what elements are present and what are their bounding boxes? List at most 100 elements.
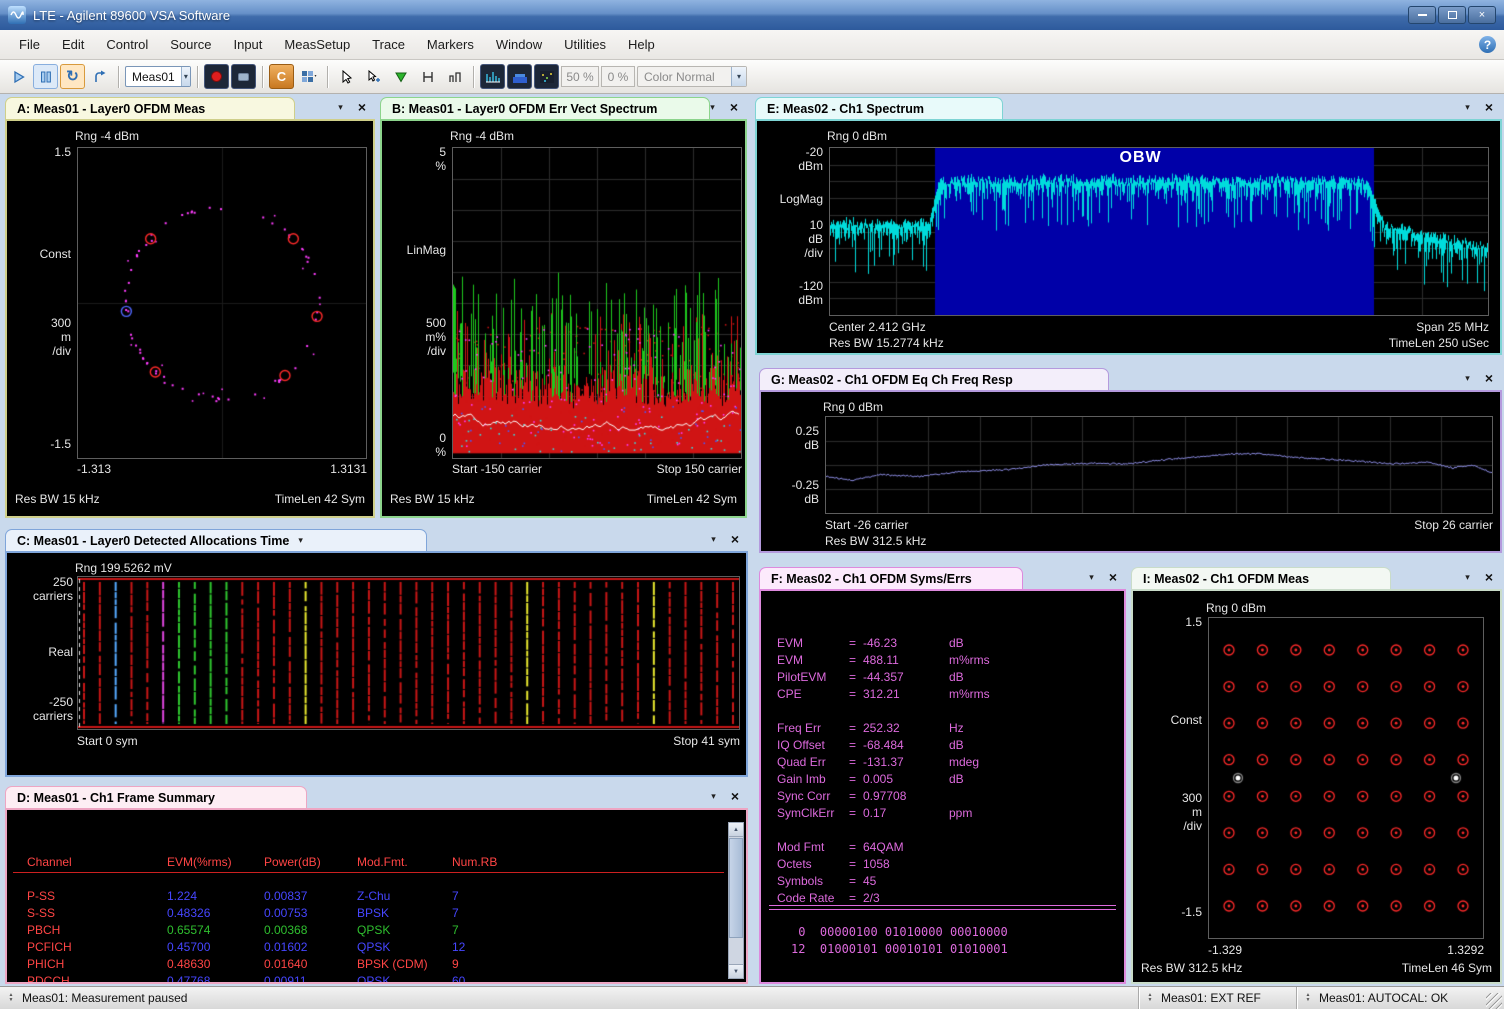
menu-meassetup[interactable]: MeasSetup	[273, 32, 361, 57]
allocations-dropdown-icon[interactable]: ▾	[298, 535, 303, 546]
color-select[interactable]: Color Normal ▾	[637, 66, 747, 87]
result-label: Freq Err	[777, 721, 821, 736]
meas-select[interactable]: Meas01 ▾	[125, 66, 191, 87]
scroll-up-icon[interactable]: ▲	[729, 823, 743, 837]
menu-help[interactable]: Help	[617, 32, 666, 57]
panel-i-tab[interactable]: I: Meas02 - Ch1 OFDM Meas	[1131, 567, 1391, 589]
close-button[interactable]: ×	[1468, 6, 1496, 24]
range-label: Rng 0 dBm	[823, 400, 883, 414]
y-overlap-field[interactable]	[601, 66, 635, 87]
equals-sign: =	[849, 840, 856, 855]
panel-f-menu-icon[interactable]: ▾	[1089, 573, 1094, 582]
panel-g-close-icon[interactable]: ×	[1485, 371, 1493, 385]
menu-file[interactable]: File	[8, 32, 51, 57]
menu-markers[interactable]: Markers	[416, 32, 485, 57]
constellation-plot-i[interactable]	[1208, 617, 1484, 939]
select-tool-button[interactable]	[334, 64, 359, 89]
panel-c-close-icon[interactable]: ×	[731, 532, 739, 546]
marker-move-button[interactable]	[361, 64, 386, 89]
result-unit: mdeg	[949, 755, 979, 770]
result-value: 312.21	[863, 687, 900, 702]
panel-d-close-icon[interactable]: ×	[731, 789, 739, 803]
capture-button[interactable]	[231, 64, 256, 89]
layout-grid-button[interactable]	[296, 64, 321, 89]
menu-utilities[interactable]: Utilities	[553, 32, 617, 57]
constellation-canvas-i[interactable]	[1209, 618, 1483, 938]
error-spectrum-plot[interactable]	[452, 147, 742, 459]
record-button[interactable]	[204, 64, 229, 89]
status-spinner-extref[interactable]: ▲▼	[1143, 993, 1157, 1003]
title-bar[interactable]: LTE - Agilent 89600 VSA Software ×	[0, 0, 1504, 30]
freq-response-plot[interactable]	[825, 416, 1493, 514]
panel-c-menu-icon[interactable]: ▾	[711, 535, 716, 544]
frame-summary-scrollbar[interactable]: ▲ ▼	[728, 822, 744, 979]
equals-sign: =	[849, 721, 856, 736]
panel-a-tab[interactable]: A: Meas01 - Layer0 OFDM Meas	[5, 97, 295, 119]
panel-c-tab[interactable]: C: Meas01 - Layer0 Detected Allocations …	[5, 529, 427, 551]
panel-d-menu-icon[interactable]: ▾	[711, 792, 716, 801]
correction-button[interactable]: C	[269, 64, 294, 89]
spectrum-canvas[interactable]	[830, 148, 1488, 315]
pause-button[interactable]	[33, 64, 58, 89]
panel-b-menu-icon[interactable]: ▾	[710, 103, 715, 112]
menu-window[interactable]: Window	[485, 32, 553, 57]
display-waterfall-button[interactable]	[507, 64, 532, 89]
help-icon[interactable]: ?	[1479, 36, 1496, 53]
result-value: 0.17	[863, 806, 886, 821]
panel-f-close-icon[interactable]: ×	[1109, 570, 1117, 584]
marker-peak-button[interactable]	[388, 64, 413, 89]
allocations-canvas[interactable]	[78, 577, 739, 729]
marker-delta-button[interactable]	[442, 64, 467, 89]
menu-trace[interactable]: Trace	[361, 32, 416, 57]
result-value: -68.484	[863, 738, 904, 753]
panel-i-close-icon[interactable]: ×	[1485, 570, 1493, 584]
constellation-canvas-a[interactable]	[78, 148, 366, 458]
syms-errs-row: Mod Fmt=64QAM	[761, 840, 1124, 857]
frame-summary-header: Channel	[27, 855, 72, 869]
status-spinner-left[interactable]: ▲▼	[4, 993, 18, 1003]
panel-e-spectrum: E: Meas02 - Ch1 Spectrum ▾ × Rng 0 dBm -…	[755, 97, 1502, 355]
channel-value-cell: 0.48326	[167, 906, 210, 920]
menu-source[interactable]: Source	[159, 32, 222, 57]
error-spectrum-canvas[interactable]	[453, 148, 741, 458]
marker-band-button[interactable]	[415, 64, 440, 89]
restart-button[interactable]	[87, 64, 112, 89]
menu-control[interactable]: Control	[95, 32, 159, 57]
panel-a-close-icon[interactable]: ×	[358, 100, 366, 114]
status-spinner-autocal[interactable]: ▲▼	[1301, 993, 1315, 1003]
panel-e-menu-icon[interactable]: ▾	[1465, 103, 1470, 112]
result-value: 1058	[863, 857, 890, 872]
channel-value-cell: 0.65574	[167, 923, 210, 937]
freq-response-canvas[interactable]	[826, 417, 1492, 513]
panel-a-menu-icon[interactable]: ▾	[338, 103, 343, 112]
x-overlap-field[interactable]	[561, 66, 599, 87]
panel-d-tab[interactable]: D: Meas01 - Ch1 Frame Summary	[5, 786, 307, 808]
loop-button[interactable]: ↻	[60, 64, 85, 89]
status-bar: ▲▼ Meas01: Measurement paused ▲▼ Meas01:…	[0, 986, 1504, 1009]
display-stack-button[interactable]	[480, 64, 505, 89]
channel-name-cell: PCFICH	[27, 940, 72, 954]
panel-b-tab[interactable]: B: Meas01 - Layer0 OFDM Err Vect Spectru…	[380, 97, 710, 119]
panel-f-tab[interactable]: F: Meas02 - Ch1 OFDM Syms/Errs	[759, 567, 1023, 589]
minimize-button[interactable]	[1408, 6, 1436, 24]
panel-e-tab[interactable]: E: Meas02 - Ch1 Spectrum	[755, 97, 1003, 119]
maximize-button[interactable]	[1438, 6, 1466, 24]
display-gradient-button[interactable]	[534, 64, 559, 89]
constellation-plot-a[interactable]	[77, 147, 367, 459]
panel-e-close-icon[interactable]: ×	[1485, 100, 1493, 114]
scroll-down-icon[interactable]: ▼	[729, 964, 743, 978]
resize-grip[interactable]	[1486, 993, 1502, 1009]
panel-i-menu-icon[interactable]: ▾	[1465, 573, 1470, 582]
panel-g-menu-icon[interactable]: ▾	[1465, 374, 1470, 383]
menu-edit[interactable]: Edit	[51, 32, 95, 57]
play-button[interactable]	[6, 64, 31, 89]
res-bw-label: Res BW 15.2774 kHz	[829, 336, 944, 350]
allocations-plot[interactable]	[77, 576, 740, 730]
panel-b-close-icon[interactable]: ×	[730, 100, 738, 114]
menu-input[interactable]: Input	[222, 32, 273, 57]
res-bw-label: Res BW 15 kHz	[390, 492, 475, 506]
spectrum-plot[interactable]: OBW	[829, 147, 1489, 316]
scrollbar-thumb[interactable]	[729, 838, 743, 938]
app-icon	[8, 6, 26, 24]
panel-g-tab[interactable]: G: Meas02 - Ch1 OFDM Eq Ch Freq Resp	[759, 368, 1109, 390]
